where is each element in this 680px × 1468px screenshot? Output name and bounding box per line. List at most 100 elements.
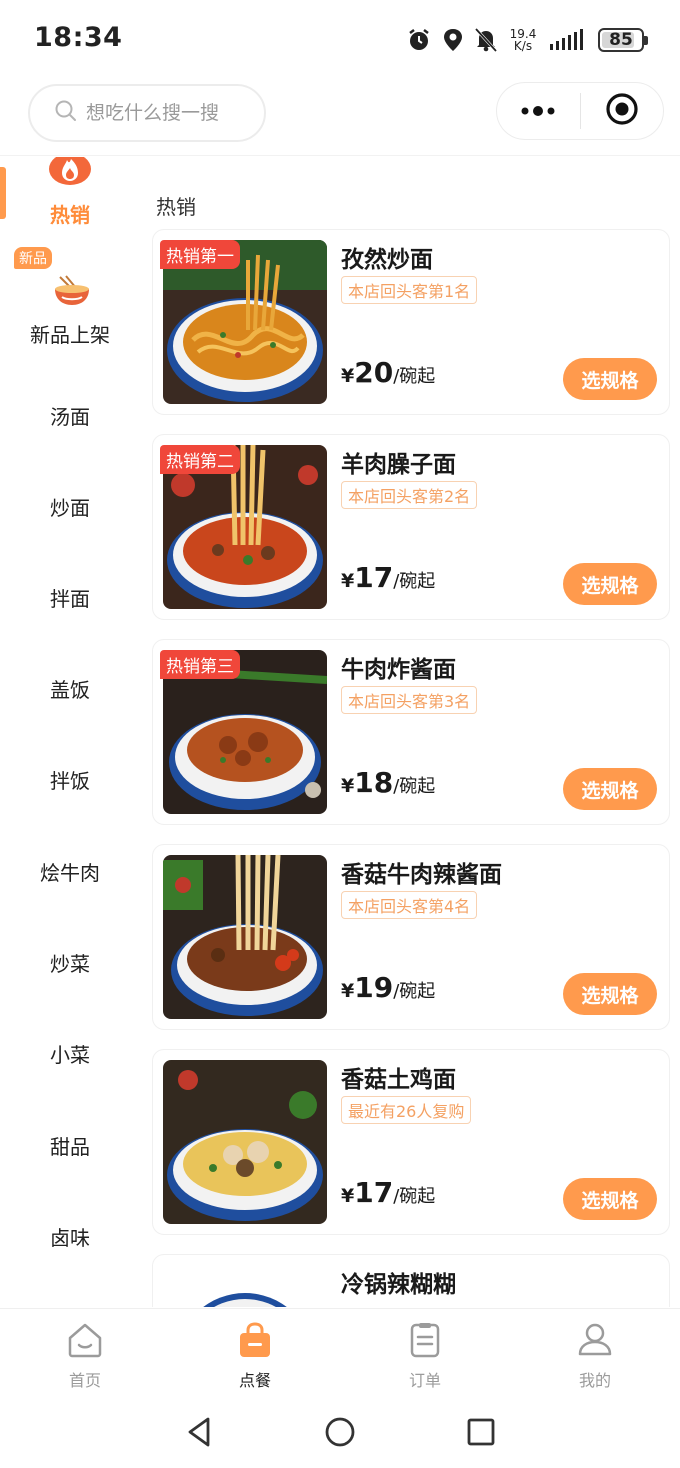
fire-icon [49,157,91,196]
close-mini-program-button[interactable] [581,83,664,139]
sidebar-item-mixed-rice[interactable]: 拌饭 [0,765,140,794]
price-unit: /碗起 [393,571,436,592]
sidebar-item-braised-beef[interactable]: 烩牛肉 [0,857,140,886]
status-icons: 19.4 K/s 85 [406,24,648,56]
product-image [163,1060,327,1224]
sidebar-item-stir-fry[interactable]: 炒菜 [0,948,140,977]
product-tag: 本店回头客第2名 [341,481,478,509]
product-card[interactable]: 热销第一 孜然炒面 本店回头客第1名 ¥20/碗起 选规格 [152,229,670,415]
rank-badge: 热销第一 [160,240,240,269]
price-currency: ¥ [341,570,355,592]
product-list: 热销 热销第一 孜然炒面 本店回头客第1名 ¥20/碗起 选规格 热销第二 羊肉… [140,157,680,1307]
product-price: ¥17/碗起 [341,561,435,594]
product-name: 香菇土鸡面 [341,1067,456,1093]
price-value: 17 [354,1176,394,1209]
bag-icon [236,1322,274,1363]
tab-order-food[interactable]: 点餐 [205,1321,305,1391]
product-card[interactable]: 冷锅辣糊糊 [152,1254,670,1307]
sidebar-item-hot[interactable]: 热销 [0,157,140,227]
sidebar-item-label: 卤味 [50,1226,90,1250]
status-bar: 18:34 19.4 K/s 85 [0,0,680,80]
sidebar-item-label: 炒菜 [50,952,90,976]
product-name: 孜然炒面 [341,247,433,273]
sidebar-item-side-dishes[interactable]: 小菜 [0,1039,140,1068]
price-unit: /碗起 [393,776,436,797]
price-unit: /碗起 [393,1186,436,1207]
product-card[interactable]: 香菇土鸡面 最近有26人复购 ¥17/碗起 选规格 [152,1049,670,1235]
price-currency: ¥ [341,1185,355,1207]
sidebar-item-fried-noodles[interactable]: 炒面 [0,492,140,521]
target-close-icon [605,92,639,130]
product-tag: 本店回头客第3名 [341,686,478,714]
alarm-icon [406,27,432,53]
select-spec-button[interactable]: 选规格 [563,358,657,400]
product-tag: 本店回头客第4名 [341,891,478,919]
search-icon [54,99,78,127]
tab-profile[interactable]: 我的 [545,1321,645,1391]
status-time: 18:34 [34,22,123,53]
sidebar-item-label: 拌饭 [50,769,90,793]
product-tag: 本店回头客第1名 [341,276,478,304]
mute-bell-icon [474,27,498,53]
noodle-bowl-icon [52,275,92,312]
more-button[interactable] [497,83,580,139]
signal-icon [548,28,588,52]
sidebar-item-soup-noodles[interactable]: 汤面 [0,401,140,430]
price-currency: ¥ [341,365,355,387]
product-price: ¥19/碗起 [341,971,435,1004]
section-title: 热销 [156,195,196,219]
net-speed-unit: K/s [513,39,533,53]
select-spec-button[interactable]: 选规格 [563,563,657,605]
product-tag: 最近有26人复购 [341,1096,472,1124]
product-name: 羊肉臊子面 [341,452,456,478]
sidebar-item-label: 汤面 [50,405,90,429]
sidebar-item-label: 热销 [50,203,90,227]
select-spec-button[interactable]: 选规格 [563,973,657,1015]
tab-label: 点餐 [238,1371,271,1390]
product-card[interactable]: 香菇牛肉辣酱面 本店回头客第4名 ¥19/碗起 选规格 [152,844,670,1030]
tab-label: 我的 [578,1371,611,1390]
sidebar-item-label: 烩牛肉 [40,861,100,885]
product-name: 冷锅辣糊糊 [341,1272,456,1298]
sidebar-item-label: 小菜 [50,1043,90,1067]
search-input[interactable] [86,102,256,124]
select-spec-button[interactable]: 选规格 [563,768,657,810]
tab-label: 订单 [408,1371,441,1390]
price-currency: ¥ [341,980,355,1002]
net-speed: 19.4 K/s [508,28,538,52]
recents-square-icon[interactable] [465,1416,497,1448]
rank-badge: 热销第二 [160,445,240,474]
select-spec-button[interactable]: 选规格 [563,1178,657,1220]
sidebar-item-new[interactable]: 新品上架 [0,269,140,349]
product-price: ¥17/碗起 [341,1176,435,1209]
category-sidebar: 热销 新品 新品上架 汤面 炒面 拌面 盖饭 拌饭 烩牛肉 炒菜 小菜 甜品 卤… [0,157,140,1307]
product-card[interactable]: 热销第三 牛肉炸酱面 本店回头客第3名 ¥18/碗起 选规格 [152,639,670,825]
price-value: 18 [354,766,394,799]
search-box[interactable] [28,84,266,142]
sidebar-item-label: 盖饭 [50,678,90,702]
sidebar-item-rice-bowl[interactable]: 盖饭 [0,674,140,703]
back-triangle-icon[interactable] [184,1416,216,1448]
product-image [163,855,327,1019]
tab-home[interactable]: 首页 [35,1321,135,1391]
header [0,80,680,156]
price-value: 20 [354,356,394,389]
order-icon [406,1323,444,1363]
price-value: 19 [354,971,394,1004]
sidebar-item-label: 炒面 [50,496,90,520]
tab-orders[interactable]: 订单 [375,1321,475,1391]
tab-label: 首页 [68,1371,101,1390]
mini-program-capsule [496,82,664,140]
sidebar-item-desserts[interactable]: 甜品 [0,1131,140,1160]
sidebar-item-label: 甜品 [50,1135,90,1159]
home-circle-icon[interactable] [324,1416,356,1448]
product-name: 香菇牛肉辣酱面 [341,862,502,888]
sidebar-item-label: 拌面 [50,587,90,611]
sidebar-item-braised[interactable]: 卤味 [0,1222,140,1251]
more-dots-icon [520,102,556,121]
product-image [163,1265,327,1307]
product-price: ¥20/碗起 [341,356,435,389]
product-card[interactable]: 热销第二 羊肉臊子面 本店回头客第2名 ¥17/碗起 选规格 [152,434,670,620]
bottom-tab-bar: 首页 点餐 订单 我的 [0,1308,680,1394]
sidebar-item-mixed-noodles[interactable]: 拌面 [0,583,140,612]
